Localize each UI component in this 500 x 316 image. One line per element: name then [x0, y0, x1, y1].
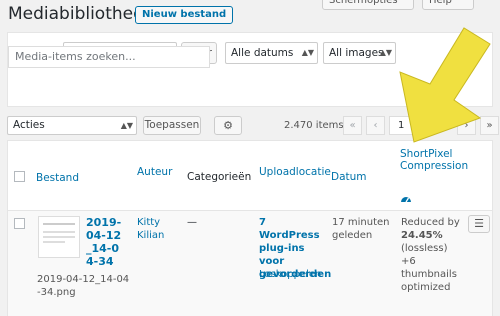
add-new-button[interactable]: Nieuw bestand: [135, 6, 234, 24]
images-select[interactable]: All images ▲▼: [323, 42, 396, 64]
column-date[interactable]: Datum: [331, 171, 367, 183]
shortpixel-type: (lossless): [401, 243, 448, 254]
first-page-button[interactable]: «: [343, 116, 362, 135]
categories-value: —: [187, 217, 197, 228]
select-arrow-icon: ▲▼: [301, 48, 314, 57]
item-count: 2.470 items: [284, 120, 344, 131]
select-arrow-icon: ▲▼: [120, 121, 133, 130]
settings-button[interactable]: ⚙: [214, 116, 242, 135]
date-select[interactable]: Alle datums ▲▼: [225, 42, 318, 64]
shortpixel-thumbs: +6 thumbnails optimized: [401, 256, 457, 293]
column-file[interactable]: Bestand: [36, 172, 79, 184]
media-table: Bestand Auteur Categorieën Uploadlocatie…: [7, 140, 493, 316]
row-menu-button[interactable]: ☰: [468, 215, 490, 233]
date-value: 17 minuten geleden: [332, 217, 390, 241]
search-input[interactable]: Media-items zoeken...: [8, 46, 210, 68]
next-page-button[interactable]: ›: [457, 116, 476, 135]
images-value: All images: [329, 47, 384, 59]
page-input[interactable]: 1: [389, 116, 419, 135]
detach-link[interactable]: Loskoppelen: [259, 268, 321, 281]
last-page-button[interactable]: »: [480, 116, 499, 135]
row-checkbox[interactable]: [14, 218, 25, 229]
column-author[interactable]: Auteur: [137, 166, 172, 178]
gear-icon: ⚙: [223, 119, 233, 132]
select-arrow-icon: ▲▼: [379, 48, 392, 57]
column-shortpixel[interactable]: ShortPixel Compression: [400, 148, 480, 172]
page-title: Mediabibliotheek: [8, 4, 154, 24]
author-link[interactable]: Kitty Kilian: [137, 216, 177, 242]
select-all-checkbox[interactable]: [14, 171, 25, 182]
shortpixel-reduced-label: Reduced by: [401, 217, 460, 228]
page-total: / 124: [423, 120, 449, 131]
help-button[interactable]: Help: [422, 0, 474, 10]
column-categories: Categorieën: [187, 171, 252, 183]
screen-options-button[interactable]: Schermopties: [322, 0, 414, 10]
bulk-actions-select[interactable]: Acties ▲▼: [7, 116, 137, 135]
apply-button[interactable]: Toepassen: [143, 116, 201, 135]
table-row: 2019-04-12_14-04-34 2019-04-12_14-04-34.…: [8, 210, 492, 316]
shortpixel-percent: 24.45%: [401, 230, 443, 241]
prev-page-button[interactable]: ‹: [366, 116, 385, 135]
menu-icon: ☰: [474, 217, 484, 230]
date-value: Alle datums: [231, 47, 294, 59]
gauge-icon: [400, 188, 412, 203]
file-thumbnail[interactable]: [38, 216, 80, 258]
bulk-actions-value: Acties: [13, 119, 45, 131]
column-upload-location[interactable]: Uploadlocatie: [259, 166, 331, 178]
file-title[interactable]: 2019-04-12_14-04-34: [86, 216, 126, 268]
file-name: 2019-04-12_14-04-34.png: [37, 274, 130, 298]
